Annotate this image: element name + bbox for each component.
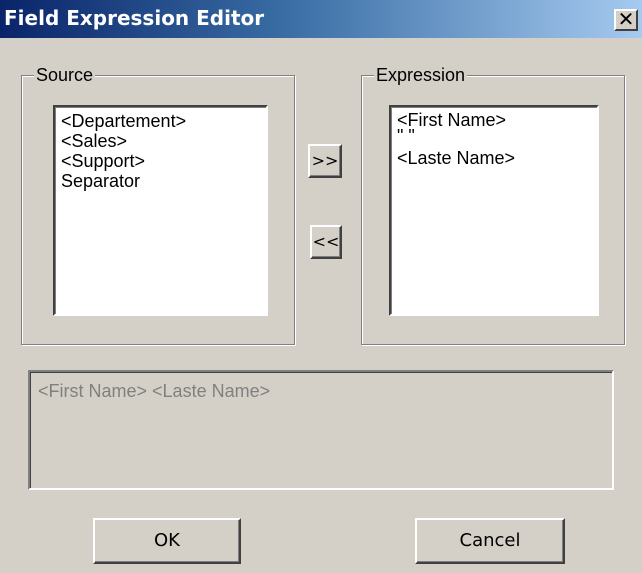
window-title: Field Expression Editor xyxy=(4,6,265,30)
expression-preview: <First Name> <Laste Name> xyxy=(28,370,614,490)
add-to-expression-button[interactable]: >> xyxy=(308,144,342,178)
source-item[interactable]: <Sales> xyxy=(61,131,260,151)
ok-button[interactable]: OK xyxy=(93,518,241,564)
source-label: Source xyxy=(34,64,96,86)
close-icon: ✕ xyxy=(617,7,635,31)
source-group: Source <Departement> <Sales> <Support> S… xyxy=(21,64,295,345)
expression-group: Expression <First Name> " " <Laste Name> xyxy=(361,64,625,345)
cancel-button[interactable]: Cancel xyxy=(415,518,565,564)
source-item[interactable]: <Support> xyxy=(61,151,260,171)
source-item[interactable]: <Departement> xyxy=(61,111,260,131)
title-bar: Field Expression Editor ✕ xyxy=(0,0,642,38)
expression-preview-text: <First Name> <Laste Name> xyxy=(38,381,271,401)
remove-from-expression-button[interactable]: << xyxy=(310,225,342,259)
expression-item[interactable]: <First Name> xyxy=(397,111,591,129)
expression-listbox[interactable]: <First Name> " " <Laste Name> xyxy=(389,105,599,316)
expression-item[interactable]: <Laste Name> xyxy=(397,147,591,169)
source-listbox[interactable]: <Departement> <Sales> <Support> Separato… xyxy=(53,105,268,316)
expression-item[interactable]: " " xyxy=(397,127,591,147)
expression-label: Expression xyxy=(374,64,468,86)
source-item[interactable]: Separator xyxy=(61,171,260,191)
close-button[interactable]: ✕ xyxy=(614,9,638,31)
